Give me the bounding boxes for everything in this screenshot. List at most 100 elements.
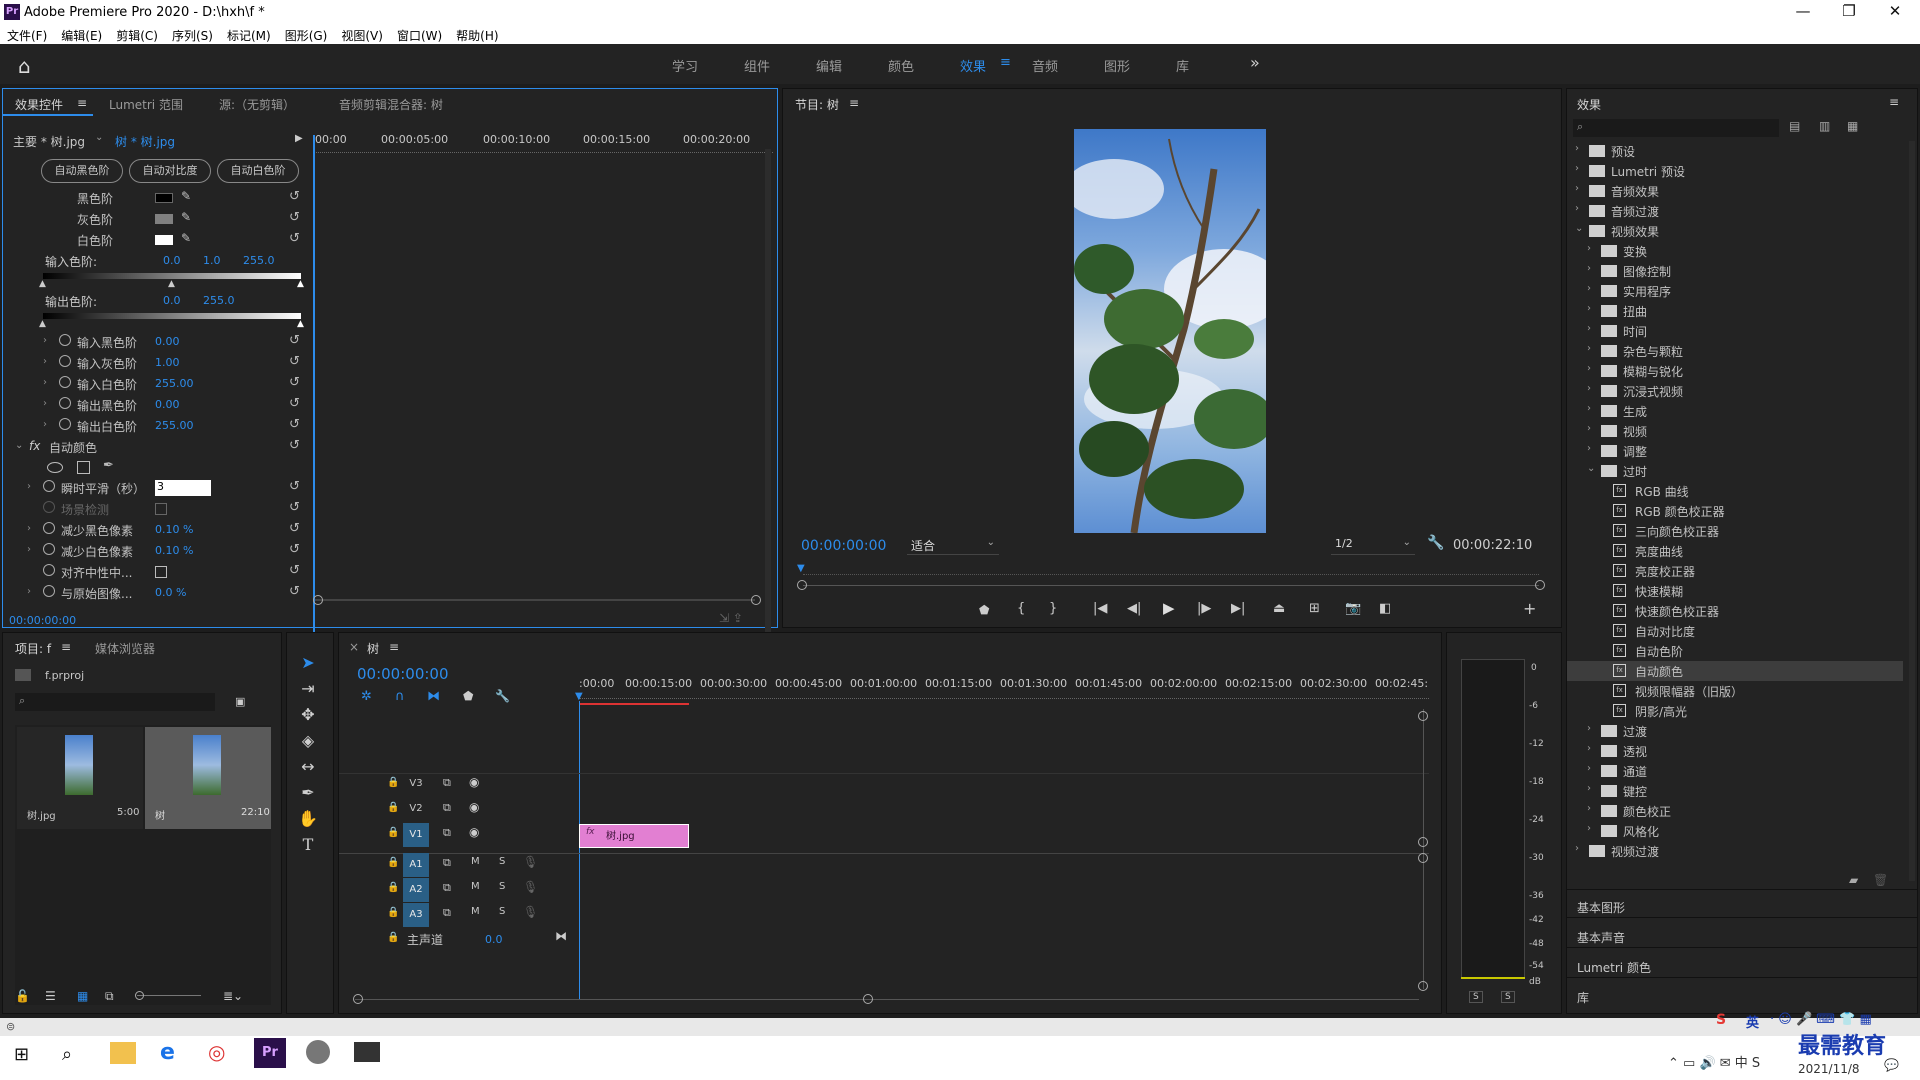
menu-markers[interactable]: 标记(M)	[220, 26, 278, 44]
tab-lumetri-scopes[interactable]: Lumetri 范围	[109, 96, 183, 113]
chevron-right-icon[interactable]: ›	[1575, 143, 1579, 154]
new-bin-icon[interactable]: ▣	[235, 695, 245, 708]
master-track-value[interactable]: 0.0	[485, 933, 503, 946]
auto-contrast-button[interactable]: 自动对比度	[129, 159, 211, 183]
workspace-tab-learn[interactable]: 学习	[672, 56, 698, 75]
razor-tool-icon[interactable]: ◈	[295, 731, 321, 753]
tab-media-browser[interactable]: 媒体浏览器	[95, 640, 155, 657]
chevron-right-icon[interactable]: ›	[43, 335, 47, 346]
panel-menu-icon[interactable]: ≡	[77, 96, 87, 110]
meter-solo-left[interactable]: S	[1469, 991, 1483, 1003]
effects-panel-title[interactable]: 效果	[1577, 96, 1601, 113]
pen-tool-icon[interactable]: ✒	[295, 783, 321, 805]
lock-icon[interactable]: 🔒	[387, 802, 399, 813]
chevron-right-icon[interactable]: ›	[1587, 423, 1591, 434]
slip-tool-icon[interactable]: ↔	[295, 757, 321, 779]
effects-folder[interactable]: › 视频过渡	[1567, 841, 1903, 861]
chevron-right-icon[interactable]: ›	[43, 377, 47, 388]
snap-icon[interactable]: ∩	[395, 689, 405, 704]
lock-icon[interactable]: 🔒	[387, 857, 399, 868]
file-explorer-icon[interactable]	[110, 1042, 136, 1064]
app-icon[interactable]: ◎	[208, 1040, 225, 1064]
vscroll-handle[interactable]	[1418, 981, 1428, 991]
eyedropper-icon[interactable]: ✎	[181, 210, 191, 224]
param-value[interactable]: 255.00	[155, 377, 194, 390]
zoom-handle-right[interactable]	[1535, 580, 1545, 590]
chevron-right-icon[interactable]: ›	[43, 419, 47, 430]
tab-sequence[interactable]: 树	[367, 640, 379, 657]
reset-icon[interactable]: ↺	[289, 417, 300, 432]
effect-item[interactable]: fx 快速模糊	[1567, 581, 1903, 601]
chevron-right-icon[interactable]: ›	[1587, 823, 1591, 834]
menu-window[interactable]: 窗口(W)	[390, 26, 449, 44]
chevron-right-icon[interactable]: ›	[1587, 363, 1591, 374]
stopwatch-icon[interactable]	[43, 480, 55, 492]
effects-folder[interactable]: › 颜色校正	[1567, 801, 1903, 821]
pen-mask-icon[interactable]: ✒	[103, 458, 114, 473]
effect-item[interactable]: fx 自动色阶	[1567, 641, 1903, 661]
output-white-handle[interactable]: ▲	[297, 319, 304, 329]
chevron-right-icon[interactable]: ›	[1587, 763, 1591, 774]
microphone-icon[interactable]: 🎙	[523, 880, 538, 894]
timeline-horizontal-scrollbar[interactable]	[355, 999, 1419, 1000]
go-to-end-icon[interactable]: ⧓	[555, 929, 567, 943]
stopwatch-icon[interactable]	[59, 334, 71, 346]
program-timecode[interactable]: 00:00:00:00	[801, 538, 886, 554]
microphone-icon[interactable]: 🎙	[523, 905, 538, 919]
param-value[interactable]: 0.10 %	[155, 544, 193, 557]
lock-icon[interactable]: 🔓	[15, 989, 30, 1003]
timeline-ruler[interactable]: :00:00 00:00:15:00 00:00:30:00 00:00:45:…	[579, 677, 1429, 693]
chevron-right-icon[interactable]: ›	[1587, 403, 1591, 414]
chevron-right-icon[interactable]: ›	[1587, 723, 1591, 734]
effect-item[interactable]: fx 快速颜色校正器	[1567, 601, 1903, 621]
effects-folder[interactable]: › Lumetri 预设	[1567, 161, 1903, 181]
rectangle-mask-icon[interactable]	[77, 461, 90, 474]
effect-item[interactable]: fx 亮度曲线	[1567, 541, 1903, 561]
timeline-playhead-line[interactable]	[579, 701, 580, 999]
scroll-handle-right[interactable]	[751, 595, 761, 605]
lock-icon[interactable]: 🔒	[387, 777, 399, 788]
sync-lock-icon[interactable]: ⧉	[443, 776, 451, 790]
vscroll-handle[interactable]	[1418, 711, 1428, 721]
tab-audio-clip-mixer[interactable]: 音频剪辑混合器: 树	[339, 96, 443, 113]
stopwatch-icon[interactable]	[43, 522, 55, 534]
selection-tool-icon[interactable]: ➤	[295, 653, 321, 675]
chevron-right-icon[interactable]: ›	[43, 398, 47, 409]
section-essential-sound[interactable]: 基本声音	[1577, 929, 1625, 946]
output-black-handle[interactable]: ▲	[39, 319, 46, 329]
workspace-tab-effects[interactable]: 效果	[960, 56, 986, 75]
section-libraries[interactable]: 库	[1577, 989, 1589, 1006]
button-editor-plus-icon[interactable]: +	[1523, 599, 1536, 618]
chevron-right-icon[interactable]: ›	[27, 523, 31, 534]
master-clip-label[interactable]: 主要 * 树.jpg	[13, 133, 85, 150]
windows-start-icon[interactable]: ⊞	[14, 1044, 29, 1065]
effect-item[interactable]: fx RGB 曲线	[1567, 481, 1903, 501]
param-value[interactable]: 255.00	[155, 419, 194, 432]
chevron-down-icon[interactable]: ⌄	[95, 132, 103, 143]
section-lumetri-color[interactable]: Lumetri 颜色	[1577, 959, 1651, 976]
extract-icon[interactable]: ⊞	[1309, 601, 1320, 616]
linked-selection-icon[interactable]: ⧓	[427, 689, 440, 704]
track-select-tool-icon[interactable]: ⇥	[295, 679, 321, 701]
white-level-swatch[interactable]	[155, 235, 173, 245]
output-levels-white[interactable]: 255.0	[203, 294, 235, 307]
delete-trash-icon[interactable]: 🗑	[1873, 873, 1888, 887]
lift-icon[interactable]: ⏏	[1273, 601, 1285, 616]
gray-level-swatch[interactable]	[155, 214, 173, 224]
freeform-view-icon[interactable]: ⧉	[105, 989, 114, 1004]
lock-icon[interactable]: 🔒	[387, 932, 399, 943]
scene-detect-checkbox[interactable]	[155, 503, 167, 515]
reset-icon[interactable]: ↺	[289, 396, 300, 411]
reset-icon[interactable]: ↺	[289, 521, 300, 536]
effects-folder[interactable]: ⌄ 视频效果	[1567, 221, 1903, 241]
minimize-button[interactable]: —	[1780, 2, 1826, 24]
ripple-edit-tool-icon[interactable]: ✥	[295, 705, 321, 727]
vscroll-handle[interactable]	[1418, 837, 1428, 847]
premiere-taskbar-icon[interactable]: Pr	[254, 1038, 286, 1068]
chevron-right-icon[interactable]: ›	[27, 544, 31, 555]
snap-neutral-checkbox[interactable]	[155, 566, 167, 578]
hand-tool-icon[interactable]: ✋	[295, 809, 321, 831]
program-ruler[interactable]	[803, 573, 1539, 575]
sync-lock-icon[interactable]: ⧉	[443, 801, 451, 815]
zoom-handle-left[interactable]	[797, 580, 807, 590]
